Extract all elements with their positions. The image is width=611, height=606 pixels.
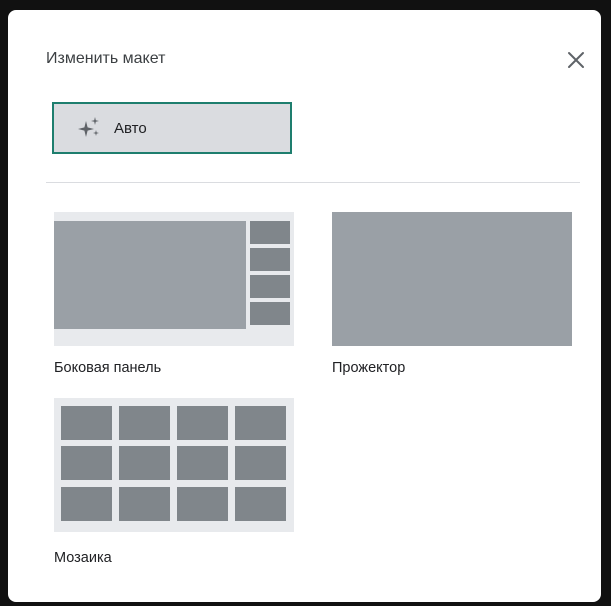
layout-option-tiled[interactable]: Мозаика	[54, 398, 294, 568]
tiled-layout-thumbnail	[54, 398, 294, 532]
mosaic-tile	[119, 446, 170, 480]
layout-label-spotlight: Прожектор	[332, 360, 406, 376]
mosaic-tile	[177, 446, 228, 480]
mosaic-tile	[235, 406, 286, 440]
layout-option-spotlight[interactable]: Прожектор	[332, 212, 572, 382]
layout-option-sidebar[interactable]: Боковая панель	[54, 212, 294, 382]
mosaic-tile	[61, 487, 112, 521]
spotlight-layout-thumbnail	[332, 212, 572, 346]
layout-label-tiled: Мозаика	[54, 550, 112, 566]
auto-layout-button[interactable]: Авто	[52, 102, 292, 154]
divider	[46, 182, 580, 183]
mosaic-tile	[235, 487, 286, 521]
close-icon	[568, 52, 584, 68]
sidebar-tile	[250, 302, 290, 325]
sidebar-main-video	[54, 221, 246, 329]
mosaic-tile	[61, 446, 112, 480]
sidebar-tile	[250, 221, 290, 244]
mosaic-tile	[119, 487, 170, 521]
sidebar-tile	[250, 248, 290, 271]
change-layout-dialog: Изменить макет Авто Боковая панель Проже…	[8, 10, 601, 602]
sidebar-tile	[250, 275, 290, 298]
mosaic-tile	[235, 446, 286, 480]
close-button[interactable]	[564, 48, 588, 72]
dialog-title: Изменить макет	[46, 50, 166, 67]
mosaic-tile	[177, 406, 228, 440]
layout-label-sidebar: Боковая панель	[54, 360, 162, 376]
mosaic-tile	[177, 487, 228, 521]
mosaic-tile	[119, 406, 170, 440]
mosaic-tile	[61, 406, 112, 440]
sidebar-layout-thumbnail	[54, 212, 294, 346]
auto-button-label: Авто	[114, 119, 147, 137]
sparkle-icon	[78, 117, 99, 137]
